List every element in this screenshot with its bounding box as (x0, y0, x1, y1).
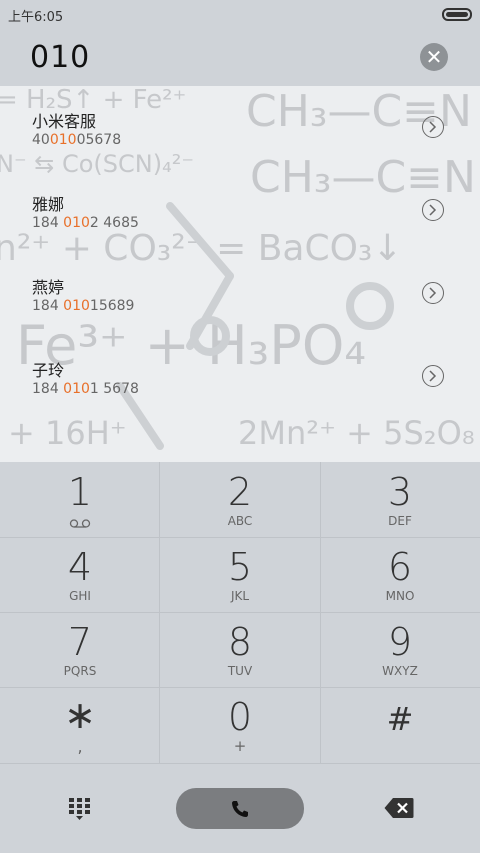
bg-formula-7: + 16H⁺ (8, 414, 127, 452)
phone-icon (232, 801, 248, 817)
keypad-divider (159, 462, 160, 764)
number-match-highlight: 010 (63, 215, 90, 231)
key-4[interactable]: 4 GHI (0, 537, 160, 612)
battery-icon (442, 8, 472, 21)
key-digit: 9 (387, 620, 413, 664)
key-letters: TUV (227, 664, 253, 678)
dialer-action-bar (0, 764, 480, 853)
key-digit: # (386, 700, 414, 738)
contact-name: 小米客服 (32, 112, 97, 131)
key-5[interactable]: 5 JKL (160, 537, 320, 612)
key-8[interactable]: 8 TUV (160, 612, 320, 687)
contact-row[interactable]: 子玲 184 0101 5678 (0, 335, 480, 418)
call-button[interactable] (176, 788, 304, 829)
dial-keypad: 1 2 ABC 3 DEF 4 GHI 5 JKL 6 MNO 7 PQRS 8… (0, 462, 480, 764)
key-digit: 6 (387, 545, 413, 589)
key-letters: DEF (388, 514, 412, 528)
bg-formula-8: 2Mn²⁺ + 5S₂O₈ (238, 414, 475, 452)
keypad-divider (0, 612, 480, 613)
key-digit: 3 (387, 470, 413, 514)
dialed-number[interactable]: 010 (30, 40, 90, 75)
key-digit: 0 (227, 695, 253, 739)
contact-name: 子玲 (32, 361, 65, 380)
clear-icon[interactable]: ✕ (420, 43, 448, 71)
key-0[interactable]: 0 + (160, 687, 320, 762)
key-digit: 2 (227, 470, 253, 514)
contact-row[interactable]: 燕婷 184 01015689 (0, 252, 480, 335)
key-3[interactable]: 3 DEF (320, 462, 480, 537)
contact-number: 184 01015689 (32, 298, 135, 314)
contact-number: 4001005678 (32, 132, 122, 148)
dialpad-icon[interactable] (68, 797, 92, 821)
chevron-right-circle-icon[interactable] (422, 199, 444, 221)
number-match-highlight: 010 (63, 298, 90, 314)
key-7[interactable]: 7 PQRS (0, 612, 160, 687)
keypad-divider (0, 537, 480, 538)
contact-results: = H₂S↑ + Fe²⁺ CH₃—C≡N N⁻ ⇆ Co(SCN)₄²⁻ CH… (0, 86, 480, 462)
key-digit: 1 (67, 470, 93, 514)
key-letters: PQRS (63, 664, 97, 678)
key-digit: 8 (227, 620, 253, 664)
number-match-highlight: 010 (63, 381, 90, 397)
voicemail-icon (69, 519, 91, 528)
key-hash[interactable]: # (320, 687, 480, 762)
key-letters: ABC (227, 514, 253, 528)
key-digit: 7 (67, 620, 93, 664)
contact-row[interactable]: 雅娜 184 0102 4685 (0, 169, 480, 252)
contact-row[interactable]: 小米客服 4001005678 (0, 86, 480, 169)
status-time: 上午6:05 (8, 10, 64, 25)
key-9[interactable]: 9 WXYZ (320, 612, 480, 687)
status-bar: 上午6:05 (0, 0, 480, 28)
backspace-icon[interactable] (384, 797, 414, 819)
key-star[interactable]: ∗ , (0, 687, 160, 762)
key-digit: ∗ (64, 693, 96, 737)
contact-number: 184 0101 5678 (32, 381, 139, 397)
dial-display: 010 ✕ (0, 28, 480, 86)
contact-name: 燕婷 (32, 278, 65, 297)
key-letters: MNO (385, 589, 415, 603)
contact-name: 雅娜 (32, 195, 65, 214)
keypad-divider (320, 462, 321, 764)
key-letters: , (77, 737, 83, 756)
key-digit: 4 (67, 545, 93, 589)
key-letters: GHI (69, 589, 91, 603)
chevron-right-circle-icon[interactable] (422, 282, 444, 304)
chevron-right-circle-icon[interactable] (422, 365, 444, 387)
key-letters: JKL (230, 589, 250, 603)
key-digit: 5 (227, 545, 253, 589)
key-6[interactable]: 6 MNO (320, 537, 480, 612)
keypad-divider (0, 687, 480, 688)
contact-number: 184 0102 4685 (32, 215, 139, 231)
key-2[interactable]: 2 ABC (160, 462, 320, 537)
chevron-right-circle-icon[interactable] (422, 116, 444, 138)
number-match-highlight: 010 (49, 132, 77, 148)
key-letters: + (233, 737, 247, 755)
key-letters: WXYZ (382, 664, 418, 678)
key-1[interactable]: 1 (0, 462, 160, 537)
